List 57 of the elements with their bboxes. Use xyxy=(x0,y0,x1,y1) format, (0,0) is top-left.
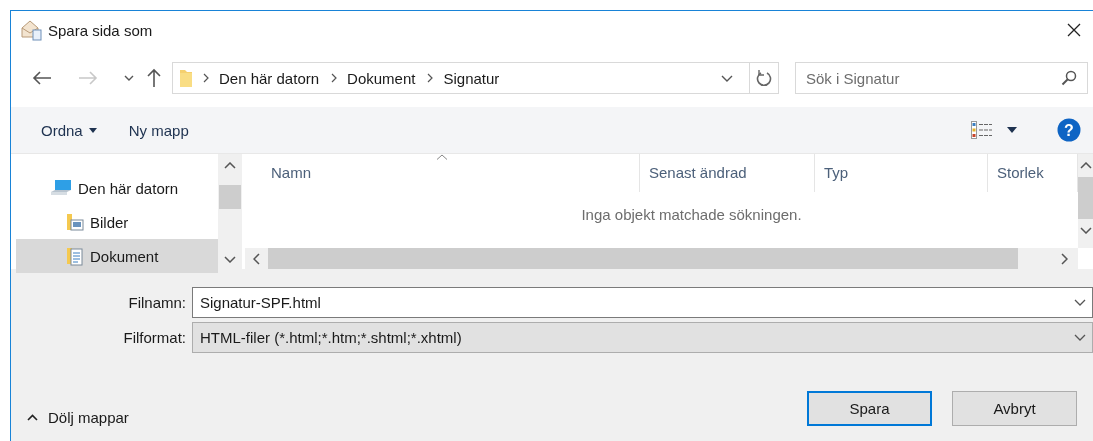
up-arrow-icon[interactable] xyxy=(146,68,162,88)
field-label: Filformat: xyxy=(122,329,187,346)
scrollbar-thumb[interactable] xyxy=(219,185,241,209)
save-button[interactable]: Spara xyxy=(807,391,932,426)
scroll-down-icon[interactable] xyxy=(224,256,236,263)
caret-icon xyxy=(88,127,97,133)
breadcrumb-item[interactable]: Dokument xyxy=(347,69,416,87)
folder-tree-label: Bilder xyxy=(90,213,129,231)
window-title: Spara sida som xyxy=(48,21,153,39)
vertical-scrollbar[interactable] xyxy=(218,154,242,269)
chevron-right-icon[interactable] xyxy=(203,73,209,83)
chevron-right-icon[interactable] xyxy=(331,73,338,83)
folder-icon xyxy=(179,68,193,88)
chevron-up-icon xyxy=(27,414,38,421)
breadcrumb-item[interactable]: Den här datorn xyxy=(219,69,320,87)
column-header[interactable]: Senast ändrad xyxy=(640,154,815,192)
documents-folder-icon xyxy=(66,246,84,266)
search-icon xyxy=(1061,70,1077,86)
scroll-up-icon[interactable] xyxy=(224,162,236,169)
folder-tree-item[interactable]: Bilder xyxy=(16,205,218,239)
save-page-icon xyxy=(21,19,43,41)
scroll-right-icon[interactable] xyxy=(1061,252,1068,265)
folder-tree-label: Den här datorn xyxy=(78,179,179,197)
folder-tree-label: Dokument xyxy=(90,247,159,265)
column-header[interactable]: Namn xyxy=(245,154,640,192)
chevron-down-icon[interactable] xyxy=(721,74,733,82)
breadcrumb-item[interactable]: Signatur xyxy=(443,69,500,87)
column-header[interactable]: Typ xyxy=(815,154,988,192)
chevron-right-icon[interactable] xyxy=(427,73,434,83)
cancel-button[interactable]: Avbryt xyxy=(952,391,1077,426)
help-icon[interactable]: ? xyxy=(1057,118,1081,142)
folder-tree-item[interactable]: Dokument xyxy=(16,239,218,273)
scroll-left-icon[interactable] xyxy=(253,252,260,265)
new-folder-button[interactable]: Ny mapp xyxy=(118,117,199,143)
scrollbar-thumb[interactable] xyxy=(1078,177,1093,219)
file-name-field[interactable]: Signatur-SPF.html xyxy=(192,287,1093,318)
refresh-icon[interactable] xyxy=(756,69,772,87)
hide-folders-button[interactable]: Dölj mappar xyxy=(27,391,129,426)
scroll-up-icon[interactable] xyxy=(1079,162,1092,169)
file-type-dropdown[interactable]: HTML-filer (*.html;*.htm;*.shtml;*.xhtml) xyxy=(192,322,1093,353)
chevron-down-icon[interactable] xyxy=(1074,299,1086,306)
details-view-icon[interactable] xyxy=(971,121,993,139)
folder-tree-item[interactable]: Den här datorn xyxy=(16,171,218,205)
pictures-folder-icon xyxy=(66,212,84,232)
computer-icon xyxy=(50,179,72,197)
back-arrow-icon[interactable] xyxy=(32,71,52,85)
chevron-down-icon xyxy=(1074,334,1086,341)
search-field[interactable]: Sök i Signatur xyxy=(795,62,1088,94)
scroll-down-icon[interactable] xyxy=(1079,227,1092,234)
close-icon[interactable] xyxy=(1067,23,1081,37)
chevron-down-icon[interactable] xyxy=(124,75,134,81)
organize-button[interactable]: Ordna xyxy=(31,117,107,143)
vertical-scrollbar[interactable] xyxy=(1078,154,1093,248)
caret-icon[interactable] xyxy=(1007,127,1017,133)
field-label: Filnamn: xyxy=(127,294,187,311)
empty-message: Inga objekt matchade sökningen. xyxy=(581,206,802,225)
address-bar[interactable]: Den här datorn Dokument Signatur xyxy=(172,62,779,94)
